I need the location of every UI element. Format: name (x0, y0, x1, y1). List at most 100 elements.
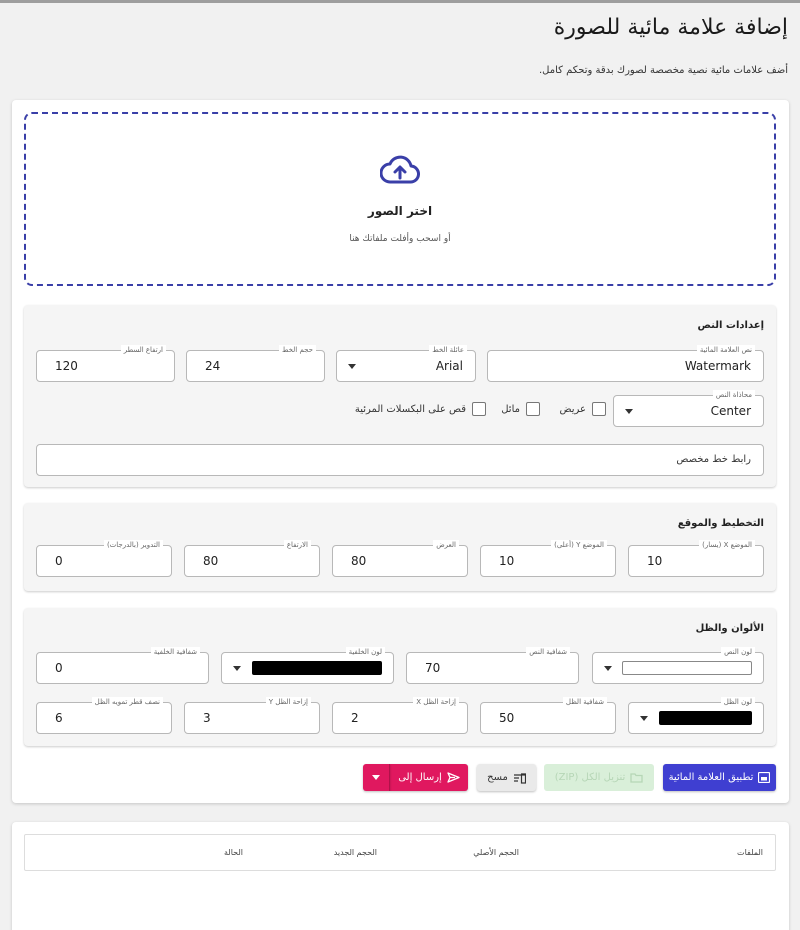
folder-icon (630, 773, 643, 783)
bg-opacity-value: 0 (55, 661, 63, 675)
download-zip-label: تنزيل الكل (ZIP) (554, 772, 626, 783)
pos-x-value: 10 (647, 554, 663, 568)
send-icon (447, 772, 460, 783)
text-opacity-label: شفافية النص (526, 647, 570, 657)
text-settings-section: إعدادات النص نص العلامة المائية Watermar… (24, 305, 776, 487)
page-subtitle: أضف علامات مائية نصية مخصصة لصورك بدقة و… (538, 65, 788, 76)
cloud-upload-icon (380, 155, 420, 184)
column-status: الحالة (224, 848, 243, 857)
shadow-opacity-label: شفافية الظل (562, 697, 607, 707)
text-settings-title: إعدادات النص (697, 320, 764, 331)
clear-icon (513, 772, 526, 784)
chevron-down-icon (372, 775, 380, 780)
column-original-size: الحجم الأصلي (473, 848, 519, 857)
shadow-x-value: 2 (351, 711, 359, 725)
shadow-color-picker[interactable]: لون الظل (628, 697, 764, 734)
layout-section: التخطيط والموقع الموضع X (يسار) 10 الموض… (24, 503, 776, 591)
bg-color-swatch (252, 661, 382, 675)
watermark-card: اختر الصور أو اسحب وأفلت ملفاتك هنا إعدا… (12, 100, 789, 803)
clip-label: قص على البكسلات المرئية (354, 403, 466, 415)
column-files: الملفات (737, 848, 763, 857)
bold-label: عريض (559, 403, 586, 415)
dropzone-subtitle: أو اسحب وأفلت ملفاتك هنا (349, 234, 451, 244)
shadow-blur-value: 6 (55, 711, 63, 725)
watermark-text-value: Watermark (684, 359, 751, 373)
shadow-color-swatch (659, 711, 752, 725)
send-to-label: إرسال إلى (398, 772, 442, 783)
custom-font-url-input[interactable]: رابط خط مخصص (36, 444, 764, 476)
shadow-blur-input[interactable]: نصف قطر تمويه الظل 6 (36, 697, 172, 734)
font-family-select[interactable]: عائلة الخط Arial (336, 345, 476, 382)
chevron-down-icon (233, 666, 241, 671)
line-height-label: ارتفاع السطر (120, 345, 166, 355)
shadow-x-label: إزاحة الظل X (413, 697, 459, 707)
shadow-color-label: لون الظل (720, 697, 755, 707)
send-to-button[interactable]: إرسال إلى (390, 764, 468, 791)
rotation-value: 0 (55, 554, 63, 568)
pos-y-input[interactable]: الموضع Y (أعلى) 10 (480, 540, 616, 577)
shadow-opacity-value: 50 (499, 711, 515, 725)
shadow-y-input[interactable]: إزاحة الظل Y 3 (184, 697, 320, 734)
font-size-label: حجم الخط (279, 345, 316, 355)
text-color-swatch (622, 661, 752, 675)
shadow-x-input[interactable]: إزاحة الظل X 2 (332, 697, 468, 734)
chevron-down-icon (625, 409, 633, 414)
italic-checkbox-box[interactable] (526, 402, 540, 416)
watermark-icon (758, 772, 771, 783)
colors-title: الألوان والظل (695, 623, 764, 634)
pos-y-label: الموضع Y (أعلى) (551, 540, 607, 550)
text-opacity-value: 70 (425, 661, 441, 675)
page-title: إضافة علامة مائية للصورة (553, 15, 788, 40)
bold-checkbox-box[interactable] (592, 402, 606, 416)
apply-watermark-button[interactable]: تطبيق العلامة المائية (663, 764, 776, 791)
font-family-label: عائلة الخط (429, 345, 467, 355)
text-color-picker[interactable]: لون النص (592, 647, 764, 684)
layout-title: التخطيط والموقع (677, 518, 764, 529)
text-align-select[interactable]: محاذاة النص Center (613, 390, 764, 427)
rotation-input[interactable]: التدوير (بالدرجات) 0 (36, 540, 172, 577)
dropzone-title: اختر الصور (367, 204, 433, 218)
send-to-dropdown-button[interactable] (363, 764, 390, 791)
width-label: العرض (433, 540, 459, 550)
shadow-opacity-input[interactable]: شفافية الظل 50 (480, 697, 616, 734)
colors-section: الألوان والظل لون النص شفافية النص 70 لو… (24, 608, 776, 746)
text-color-label: لون النص (721, 647, 755, 657)
height-value: 80 (203, 554, 219, 568)
clear-button[interactable]: مسح (477, 764, 536, 791)
text-align-label: محاذاة النص (712, 390, 755, 400)
file-dropzone[interactable]: اختر الصور أو اسحب وأفلت ملفاتك هنا (24, 112, 776, 286)
files-table-card: الملفات الحجم الأصلي الحجم الجديد الحالة (12, 822, 789, 930)
shadow-y-value: 3 (203, 711, 211, 725)
chevron-down-icon (348, 364, 356, 369)
pos-x-label: الموضع X (يسار) (699, 540, 755, 550)
chevron-down-icon (604, 666, 612, 671)
watermark-text-label: نص العلامة المائية (696, 345, 755, 355)
clip-checkbox[interactable]: قص على البكسلات المرئية (355, 402, 486, 416)
pos-x-input[interactable]: الموضع X (يسار) 10 (628, 540, 764, 577)
font-family-value: Arial (435, 359, 463, 373)
width-input[interactable]: العرض 80 (332, 540, 468, 577)
apply-watermark-label: تطبيق العلامة المائية (668, 772, 754, 783)
font-size-input[interactable]: حجم الخط 24 (186, 345, 325, 382)
height-label: الارتفاع (283, 540, 311, 550)
bg-color-picker[interactable]: لون الخلفية (221, 647, 394, 684)
italic-checkbox[interactable]: مائل (501, 402, 540, 416)
font-size-value: 24 (205, 359, 221, 373)
pos-y-value: 10 (499, 554, 515, 568)
bold-checkbox[interactable]: عريض (559, 402, 606, 416)
height-input[interactable]: الارتفاع 80 (184, 540, 320, 577)
width-value: 80 (351, 554, 367, 568)
shadow-y-label: إزاحة الظل Y (265, 697, 311, 707)
watermark-text-field[interactable]: نص العلامة المائية Watermark (487, 345, 764, 382)
line-height-value: 120 (55, 359, 78, 373)
clip-checkbox-box[interactable] (472, 402, 486, 416)
shadow-blur-label: نصف قطر تمويه الظل (91, 697, 163, 707)
line-height-input[interactable]: ارتفاع السطر 120 (36, 345, 175, 382)
files-table-header: الملفات الحجم الأصلي الحجم الجديد الحالة (24, 834, 776, 871)
download-zip-button[interactable]: تنزيل الكل (ZIP) (544, 764, 654, 791)
clear-label: مسح (487, 772, 508, 783)
bg-color-label: لون الخلفية (345, 647, 385, 657)
chevron-down-icon (640, 716, 648, 721)
bg-opacity-input[interactable]: شفافية الخلفية 0 (36, 647, 209, 684)
text-opacity-input[interactable]: شفافية النص 70 (406, 647, 579, 684)
